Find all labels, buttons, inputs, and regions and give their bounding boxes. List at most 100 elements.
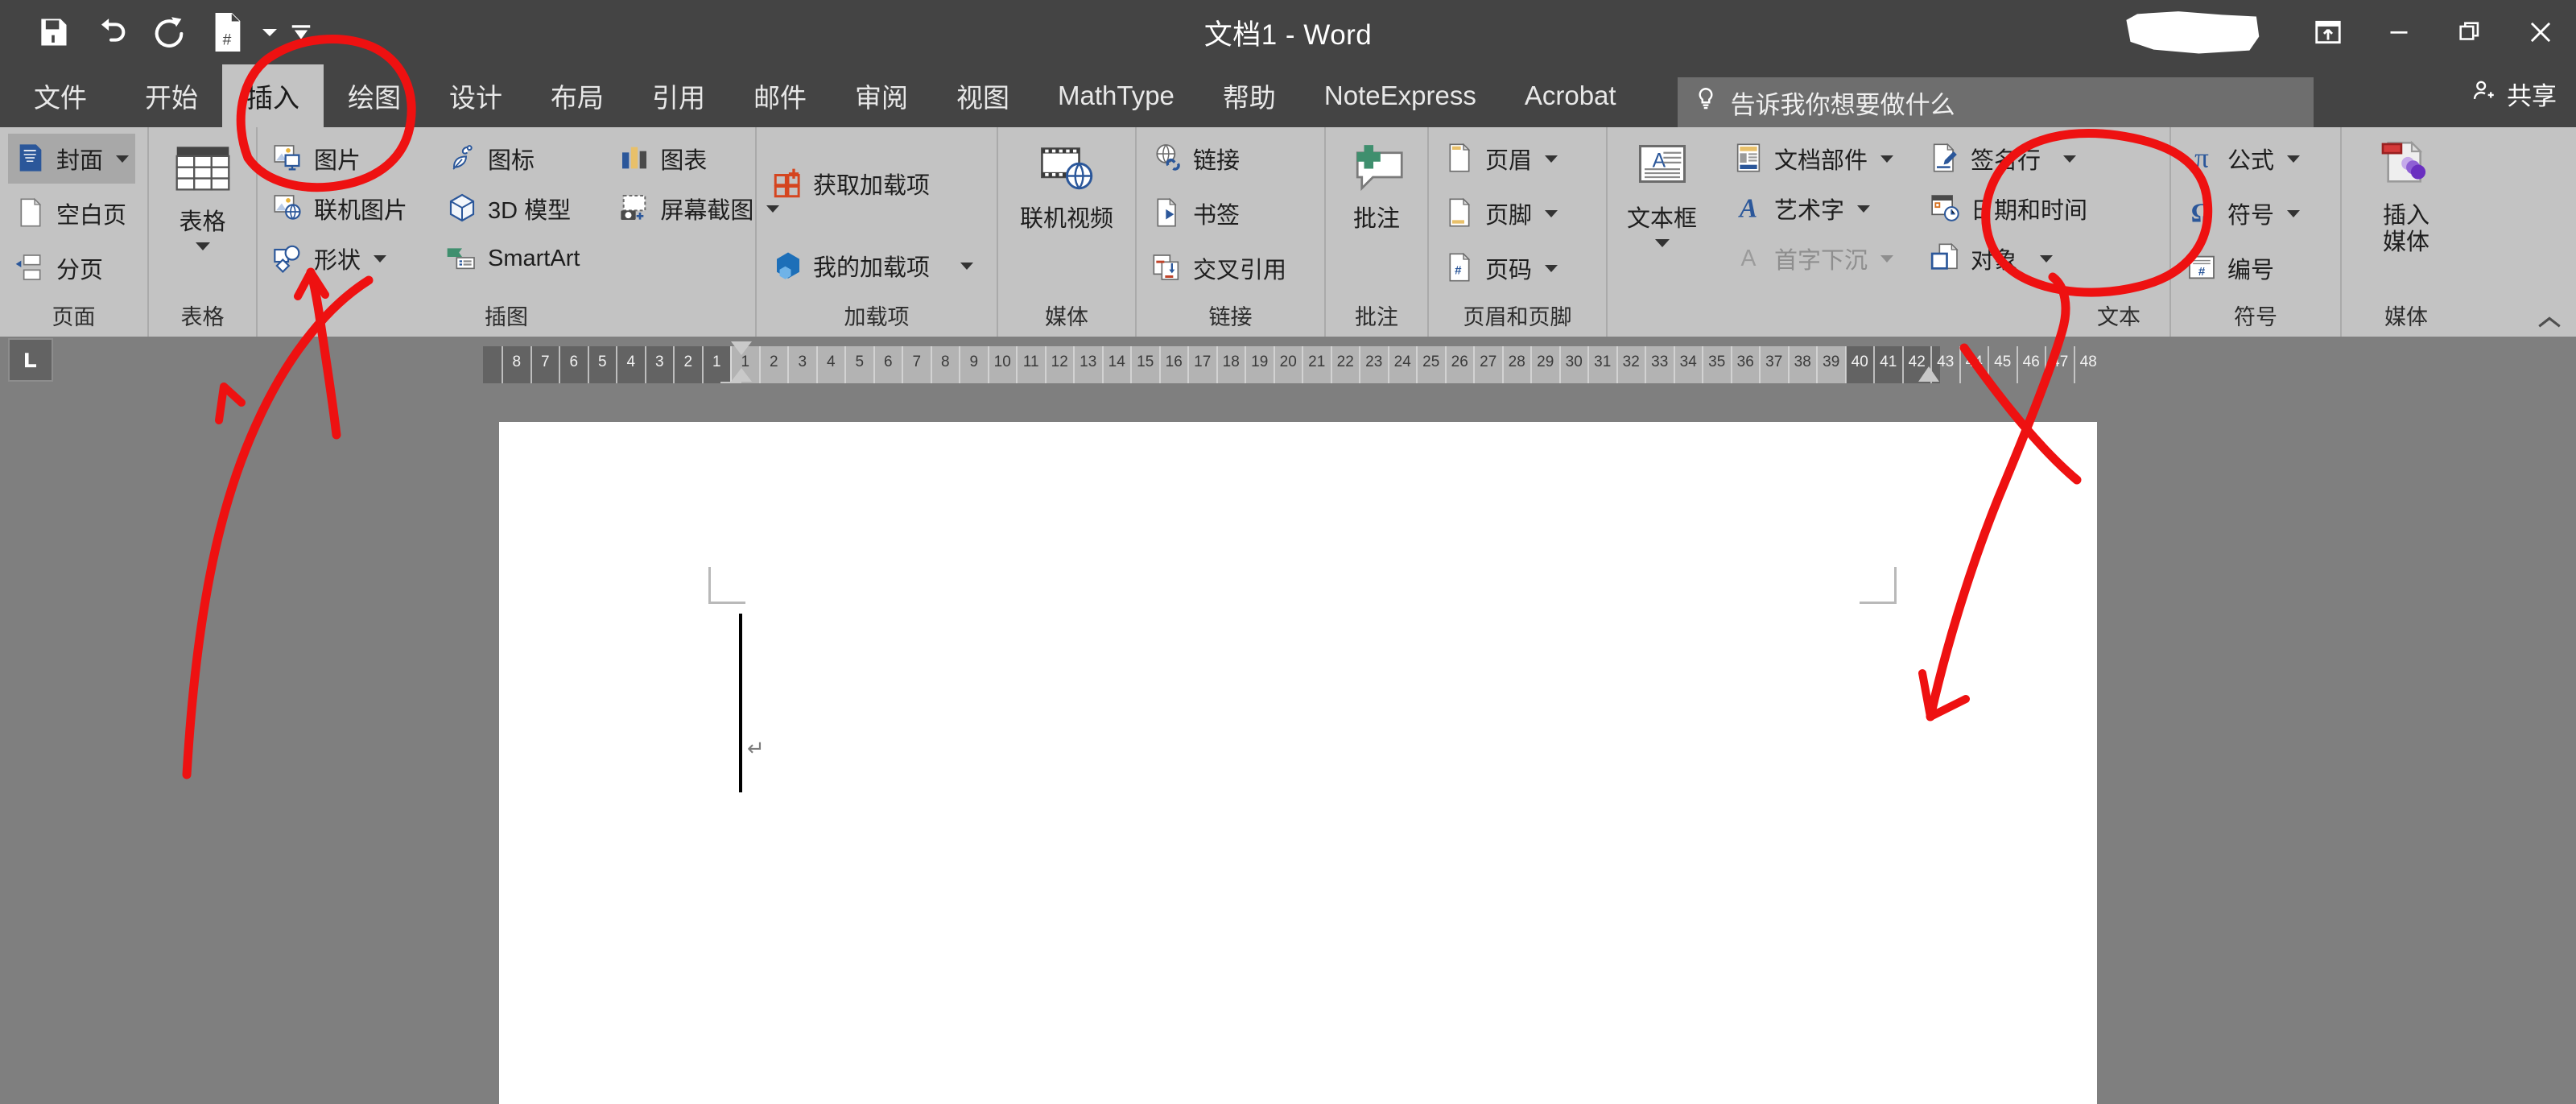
- tab-references[interactable]: 引用: [628, 64, 729, 127]
- tab-insert[interactable]: 插入: [222, 64, 324, 127]
- margin-corner-top-left: [708, 567, 745, 604]
- ruler-tick: [1073, 346, 1075, 383]
- chevron-down-icon[interactable]: [2287, 209, 2301, 217]
- ruler-number: 43: [1937, 354, 1955, 370]
- first-line-indent-marker[interactable]: [731, 341, 752, 355]
- right-indent-marker[interactable]: [1918, 366, 1939, 382]
- picture-button[interactable]: 图片: [266, 134, 414, 184]
- restore-icon[interactable]: [2434, 0, 2505, 64]
- chevron-down-icon[interactable]: [1654, 239, 1670, 248]
- chevron-down-icon[interactable]: [960, 262, 974, 270]
- ribbon-group-illustrations: 图片 联机图片 形状 图标 3D 模型 SmartArt 图表 屏幕截图 插图: [258, 127, 780, 337]
- object-icon: [1929, 242, 1963, 275]
- collapse-ribbon-icon[interactable]: [2536, 312, 2563, 337]
- chevron-down-icon[interactable]: [195, 242, 210, 251]
- blank-page-button[interactable]: 空白页: [8, 188, 133, 238]
- minimize-icon[interactable]: [2363, 0, 2434, 64]
- chevron-down-icon[interactable]: [116, 155, 130, 163]
- date-time-icon: [1929, 192, 1963, 225]
- chevron-down-icon[interactable]: [1545, 264, 1558, 272]
- new-comment-button[interactable]: 批注: [1336, 134, 1417, 236]
- bookmark-button[interactable]: 书签: [1145, 188, 1246, 238]
- page-number-icon[interactable]: #: [198, 6, 256, 58]
- quick-access-more-icon[interactable]: [256, 6, 283, 58]
- insert-media-button[interactable]: 插入 媒体: [2366, 134, 2446, 260]
- chevron-down-icon[interactable]: [374, 254, 387, 263]
- drop-cap-button[interactable]: A 首字下沉: [1726, 234, 1900, 283]
- chevron-down-icon[interactable]: [1545, 155, 1558, 163]
- chevron-down-icon[interactable]: [2040, 254, 2054, 263]
- tell-me-search[interactable]: 告诉我你想要做什么: [1677, 77, 2314, 127]
- get-addins-button[interactable]: 获取加载项: [765, 159, 936, 209]
- quick-parts-button[interactable]: 文档部件: [1726, 134, 1900, 184]
- online-picture-button[interactable]: 联机图片: [266, 184, 414, 234]
- cover-page-button[interactable]: 封面: [8, 134, 136, 184]
- chevron-down-icon[interactable]: [2063, 155, 2077, 163]
- ruler-number: 12: [1051, 354, 1068, 370]
- smartart-button[interactable]: SmartArt: [440, 234, 586, 283]
- document-page[interactable]: ↵: [499, 422, 2097, 1104]
- tab-file[interactable]: 文件: [0, 64, 121, 127]
- tab-mathtype[interactable]: MathType: [1034, 64, 1199, 127]
- tab-acrobat[interactable]: Acrobat: [1501, 64, 1641, 127]
- ruler-number: 25: [1422, 354, 1440, 370]
- ruler-number: 4: [626, 354, 636, 370]
- my-addins-button[interactable]: 我的加载项: [765, 241, 980, 291]
- tab-design[interactable]: 设计: [425, 64, 526, 127]
- cross-reference-button[interactable]: 交叉引用: [1145, 243, 1293, 293]
- tab-layout[interactable]: 布局: [526, 64, 628, 127]
- icons-button[interactable]: 图标: [440, 134, 586, 184]
- chevron-down-icon[interactable]: [1545, 209, 1558, 217]
- ruler-tick: [1873, 346, 1875, 383]
- chevron-down-icon[interactable]: [1880, 254, 1894, 263]
- tab-help[interactable]: 帮助: [1199, 64, 1300, 127]
- wordart-button[interactable]: A 艺术字: [1726, 184, 1900, 234]
- group-label-pages: 页面: [52, 305, 96, 329]
- header-button[interactable]: 页眉: [1437, 134, 1564, 184]
- tab-mailings[interactable]: 邮件: [729, 64, 831, 127]
- redo-icon[interactable]: [140, 6, 198, 58]
- save-icon[interactable]: [24, 6, 82, 58]
- number-button[interactable]: # 编号: [2179, 243, 2281, 293]
- ruler-tick: [1187, 346, 1189, 383]
- group-label-media: 媒体: [1045, 305, 1088, 329]
- chevron-down-icon[interactable]: [1880, 155, 1894, 163]
- horizontal-ruler[interactable]: 8 7 6 5 4 3 2 1 1 2 3 4 5 6 7 8 9 10 11 12 13 14 15 16 17 18 19 20 2…: [483, 346, 2097, 383]
- customize-quick-access-icon[interactable]: [283, 6, 319, 58]
- chevron-down-icon[interactable]: [2287, 155, 2301, 163]
- equation-button[interactable]: π 公式: [2179, 134, 2306, 184]
- share-button[interactable]: 共享: [2470, 76, 2557, 112]
- table-button[interactable]: 表格: [163, 134, 243, 254]
- ruler-tick: [1044, 346, 1046, 383]
- link-button[interactable]: 链接: [1145, 134, 1246, 184]
- object-button[interactable]: 对象: [1922, 234, 2094, 283]
- tab-view[interactable]: 视图: [932, 64, 1034, 127]
- undo-icon[interactable]: [82, 6, 140, 58]
- ruler-number: 9: [969, 354, 979, 370]
- tab-noteexpress[interactable]: NoteExpress: [1300, 64, 1501, 127]
- new-comment-icon: [1348, 142, 1406, 200]
- chevron-down-icon[interactable]: [1857, 205, 1871, 213]
- hanging-indent-marker[interactable]: [731, 368, 752, 382]
- page-number-label: 页码: [1485, 258, 1533, 283]
- ruler-tick: [1158, 346, 1161, 383]
- close-icon[interactable]: [2505, 0, 2576, 64]
- footer-button[interactable]: 页脚: [1437, 188, 1564, 238]
- text-box-button[interactable]: A 文本框: [1616, 134, 1708, 250]
- my-addins-icon: [771, 249, 805, 283]
- page-number-button[interactable]: # 页码: [1437, 243, 1564, 293]
- date-time-button[interactable]: 日期和时间: [1922, 184, 2094, 234]
- symbol-button[interactable]: Ω 符号: [2179, 188, 2306, 238]
- tab-stop-selector[interactable]: [8, 338, 53, 382]
- ruler-number: 8: [512, 354, 522, 370]
- tab-review[interactable]: 审阅: [831, 64, 932, 127]
- tab-home[interactable]: 开始: [121, 64, 222, 127]
- 3d-model-button[interactable]: 3D 模型: [440, 184, 586, 234]
- tab-draw[interactable]: 绘图: [324, 64, 425, 127]
- document-area[interactable]: ↵: [0, 383, 2576, 1104]
- page-break-button[interactable]: 分页: [8, 243, 109, 293]
- ribbon-display-icon[interactable]: [2293, 0, 2363, 64]
- online-video-button[interactable]: 联机视频: [1009, 134, 1125, 236]
- shapes-button[interactable]: 形状: [266, 234, 414, 283]
- signature-line-button[interactable]: 签名行: [1922, 134, 2094, 184]
